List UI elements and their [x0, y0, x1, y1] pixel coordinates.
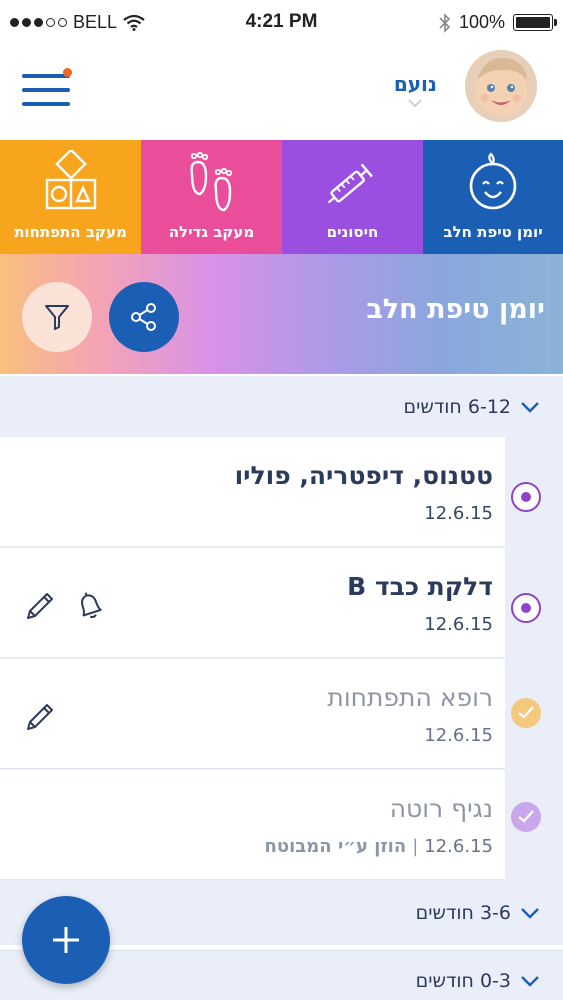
- tab-label: יומן טיפת חלב: [443, 223, 543, 241]
- status-right: 100%: [439, 12, 557, 33]
- filter-icon: [45, 305, 69, 330]
- check-icon: [518, 706, 534, 719]
- item-date: 12.6.15: [424, 836, 493, 857]
- item-meta: 12.6.15|הוזן ע״י המבוטח: [265, 836, 493, 857]
- item-note: הוזן ע״י המבוטח: [264, 836, 407, 857]
- user-switcher[interactable]: נועם: [394, 72, 437, 108]
- tab-diary[interactable]: יומן טיפת חלב: [423, 140, 563, 266]
- item-title: דלקת כבד B: [347, 572, 493, 601]
- status-bar: BELL 4:21 PM 100%: [0, 0, 563, 44]
- chevron-down-icon: [521, 402, 539, 413]
- item-actions: [22, 699, 58, 735]
- tab-label: מעקב גדילה: [168, 223, 255, 241]
- chevron-down-icon: [521, 908, 539, 919]
- status-done-icon: [511, 698, 541, 728]
- separator: |: [412, 836, 419, 857]
- baby-photo: [465, 50, 537, 122]
- baby-face-icon: [469, 152, 517, 210]
- filter-button[interactable]: [22, 282, 92, 352]
- share-button[interactable]: [109, 282, 179, 352]
- bell-icon[interactable]: [72, 588, 108, 624]
- category-tabs: מעקב התפתחות מעקב גדילה חיסונים יומן טיפ…: [0, 140, 563, 266]
- plus-icon: [53, 927, 79, 953]
- edit-icon[interactable]: [22, 588, 58, 624]
- app-header: נועם: [0, 44, 563, 140]
- item-title: נגיף רוטה: [389, 794, 493, 823]
- section-title: 0-3 חודשים: [415, 969, 511, 992]
- add-button[interactable]: [22, 896, 110, 984]
- item-title: רופא התפתחות: [327, 683, 493, 712]
- item-date: 12.6.15: [424, 503, 493, 524]
- check-icon: [518, 810, 534, 823]
- menu-button[interactable]: [22, 68, 72, 110]
- item-title: טטנוס, דיפטריה, פוליו: [234, 461, 493, 490]
- notification-dot: [63, 68, 72, 77]
- item-actions: [22, 588, 108, 624]
- tab-vaccines[interactable]: חיסונים: [282, 140, 423, 254]
- section-header-6-12[interactable]: 6-12 חודשים: [0, 376, 563, 438]
- list-item[interactable]: נגיף רוטה 12.6.15|הוזן ע״י המבוטח: [0, 770, 505, 880]
- status-open-icon: [511, 482, 541, 512]
- avatar[interactable]: [465, 50, 537, 122]
- vaccine-list: טטנוס, דיפטריה, פוליו 12.6.15 דלקת כבד B…: [0, 437, 563, 881]
- section-title: 6-12 חודשים: [403, 396, 511, 418]
- chevron-down-icon: [408, 99, 423, 108]
- page-title: יומן טיפת חלב: [366, 294, 545, 325]
- tab-growth[interactable]: מעקב גדילה: [141, 140, 282, 254]
- section-title: 3-6 חודשים: [415, 902, 511, 924]
- list-item[interactable]: טטנוס, דיפטריה, פוליו 12.6.15: [0, 437, 505, 547]
- list-item[interactable]: רופא התפתחות 12.6.15: [0, 659, 505, 769]
- status-open-icon: [511, 593, 541, 623]
- edit-icon[interactable]: [22, 699, 58, 735]
- share-icon: [131, 303, 156, 331]
- list-item[interactable]: דלקת כבד B 12.6.15: [0, 548, 505, 658]
- page-banner: יומן טיפת חלב: [0, 254, 563, 374]
- tab-label: חיסונים: [326, 223, 379, 241]
- tab-development[interactable]: מעקב התפתחות: [0, 140, 141, 254]
- tab-label: מעקב התפתחות: [14, 223, 127, 241]
- status-done-icon: [511, 802, 541, 832]
- footprints-icon: [189, 151, 232, 212]
- chevron-down-icon: [521, 975, 539, 987]
- bluetooth-icon: [439, 12, 451, 33]
- blocks-icon: [45, 150, 96, 210]
- item-date: 12.6.15: [424, 725, 493, 746]
- syringe-icon: [327, 163, 373, 204]
- battery-icon: [513, 14, 557, 31]
- user-name: נועם: [393, 72, 437, 96]
- battery-percent: 100%: [458, 12, 505, 32]
- item-date: 12.6.15: [424, 614, 493, 635]
